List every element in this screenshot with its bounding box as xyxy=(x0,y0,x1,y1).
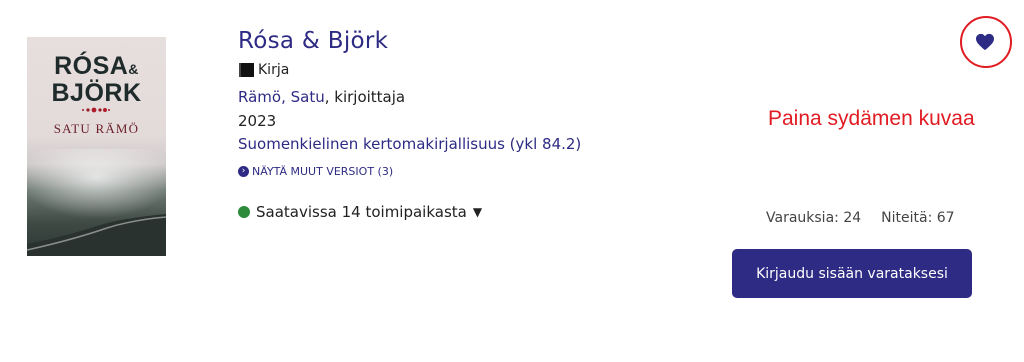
reservations-count: Varauksia: 24 xyxy=(766,210,862,226)
book-icon xyxy=(239,63,254,77)
login-to-reserve-button[interactable]: Kirjaudu sisään varataksesi xyxy=(732,249,972,298)
book-cover[interactable]: RÓSA& BJÖRK SATU RÄMÖ xyxy=(27,37,166,256)
availability-toggle[interactable]: Saatavissa 14 toimipaikasta ▼ xyxy=(238,203,482,221)
caret-down-icon: ▼ xyxy=(472,205,483,219)
cover-title: RÓSA& BJÖRK xyxy=(27,52,166,107)
format-text: Kirja xyxy=(258,62,290,78)
heart-icon xyxy=(976,33,994,51)
cover-title-line1: RÓSA xyxy=(54,52,129,80)
available-dot-icon xyxy=(238,206,250,218)
cover-blood-dots xyxy=(82,107,110,113)
availability-text: Saatavissa 14 toimipaikasta xyxy=(256,203,467,221)
cover-title-line2: BJÖRK xyxy=(51,79,142,107)
other-versions-text: NÄYTÄ MUUT VERSIOT (3) xyxy=(252,165,394,178)
author-role: , kirjoittaja xyxy=(324,88,406,106)
subject-link[interactable]: Suomenkielinen kertomakirjallisuus (ykl … xyxy=(238,135,581,153)
other-versions-link[interactable]: › NÄYTÄ MUUT VERSIOT (3) xyxy=(238,165,393,178)
chevron-right-circle-icon: › xyxy=(238,166,249,177)
cover-road xyxy=(27,214,166,256)
publication-year: 2023 xyxy=(238,112,277,130)
instruction-hint: Paina sydämen kuvaa xyxy=(768,107,975,130)
cover-author: SATU RÄMÖ xyxy=(53,121,140,136)
record-title[interactable]: Rósa & Björk xyxy=(238,28,388,54)
author-link[interactable]: Rämö, Satu xyxy=(238,88,325,106)
copies-count: Niteitä: 67 xyxy=(881,210,955,226)
cover-title-amp: & xyxy=(128,61,139,77)
favorite-button[interactable] xyxy=(960,16,1012,68)
format-label: Kirja xyxy=(238,62,289,78)
holding-stats: Varauksia: 24 Niteitä: 67 xyxy=(766,210,955,226)
author-line: Rämö, Satu, kirjoittaja xyxy=(238,88,405,106)
